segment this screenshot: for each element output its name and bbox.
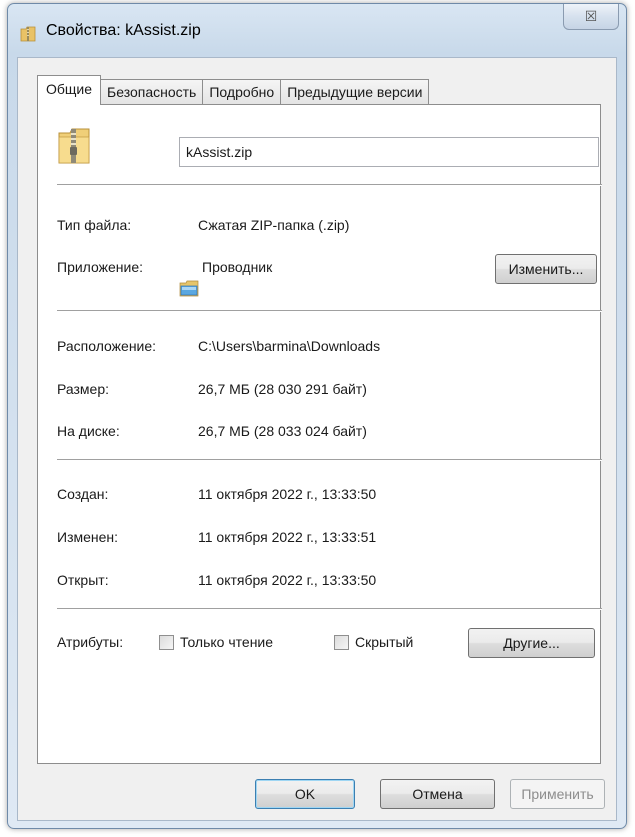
size-label: Размер:: [57, 381, 110, 397]
explorer-icon: [179, 280, 199, 297]
location-label: Расположение:: [57, 338, 157, 354]
modified-label: Изменен:: [57, 529, 119, 545]
application-value: Проводник: [202, 259, 273, 275]
tab-previous-versions[interactable]: Предыдущие версии: [280, 79, 430, 105]
disk-size-value: 26,7 МБ (28 033 024 байт): [198, 423, 367, 439]
file-name-input[interactable]: [179, 137, 599, 167]
modified-value: 11 октября 2022 г., 13:33:51: [198, 529, 377, 545]
separator: [57, 310, 602, 312]
separator: [57, 184, 602, 186]
tab-details[interactable]: Подробно: [202, 79, 282, 105]
separator: [57, 608, 602, 610]
created-label: Создан:: [57, 486, 109, 502]
opened-value: 11 октября 2022 г., 13:33:50: [198, 572, 377, 588]
cancel-button[interactable]: Отмена: [380, 779, 495, 809]
title-bar[interactable]: Свойства: kAssist.zip ☒: [8, 4, 626, 58]
window-title: Свойства: kAssist.zip: [46, 22, 201, 39]
readonly-checkbox[interactable]: [159, 635, 174, 650]
tab-security[interactable]: Безопасность: [100, 79, 204, 105]
readonly-label[interactable]: Только чтение: [180, 634, 273, 650]
separator: [57, 459, 602, 461]
ok-button[interactable]: OK: [255, 779, 355, 809]
hidden-checkbox[interactable]: [334, 635, 349, 650]
zip-folder-icon: [58, 128, 90, 164]
tab-strip: Общие Безопасность Подробно Предыдущие в…: [37, 75, 430, 105]
opened-label: Открыт:: [57, 572, 109, 588]
attributes-label: Атрибуты:: [57, 634, 124, 650]
disk-size-label: На диске:: [57, 423, 120, 439]
change-button[interactable]: Изменить...: [495, 254, 597, 284]
file-type-value: Сжатая ZIP-папка (.zip): [198, 217, 350, 233]
properties-window: Свойства: kAssist.zip ☒ Общие Безопаснос…: [7, 3, 627, 829]
tab-general[interactable]: Общие: [37, 75, 102, 105]
size-value: 26,7 МБ (28 030 291 байт): [198, 381, 367, 397]
application-label: Приложение:: [57, 259, 144, 275]
close-button[interactable]: ☒: [563, 4, 619, 30]
apply-button[interactable]: Применить: [510, 779, 605, 809]
close-icon: ☒: [584, 8, 598, 24]
general-panel: Тип файла: Сжатая ZIP-папка (.zip) Прило…: [37, 104, 602, 764]
created-value: 11 октября 2022 г., 13:33:50: [198, 486, 377, 502]
hidden-label[interactable]: Скрытый: [355, 634, 413, 650]
location-value: C:\Users\barmina\Downloads: [198, 338, 381, 354]
dialog-client: Общие Безопасность Подробно Предыдущие в…: [17, 57, 617, 821]
other-attributes-button[interactable]: Другие...: [468, 628, 595, 658]
file-type-label: Тип файла:: [57, 217, 132, 233]
zip-folder-icon: [20, 26, 36, 42]
